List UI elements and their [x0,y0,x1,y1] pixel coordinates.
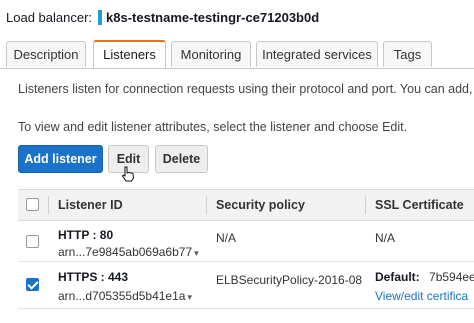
view-edit-certificates-link[interactable]: View/edit certifica [375,289,468,303]
column-listener-id[interactable]: Listener ID [58,190,123,220]
load-balancer-header: Load balancer: k8s-testname-testingr-ce7… [6,6,319,28]
edit-instructions: To view and edit listener attributes, se… [18,120,408,134]
load-balancer-label: Load balancer: [6,9,93,25]
caret-down-icon[interactable]: ▾ [187,292,192,302]
caret-down-icon[interactable]: ▾ [194,248,199,258]
listener-arn-text: arn...7e9845ab069a6b77 [58,245,193,259]
listeners-description: Listeners listen for connection requests… [18,82,474,96]
ssl-default-value: 7b594ee [429,270,474,284]
tab-bar: Description Listeners Monitoring Integra… [0,40,474,69]
row-checkbox[interactable] [26,235,39,248]
table-header: Listener ID Security policy SSL Certific… [18,189,474,221]
delete-button[interactable]: Delete [155,145,208,173]
tab-listeners[interactable]: Listeners [93,40,166,68]
ssl-certificate-value: N/A [375,231,396,245]
add-listener-button[interactable]: Add listener [18,145,103,173]
ssl-certificate-default: Default: 7b594ee [375,270,474,284]
column-ssl-certificate[interactable]: SSL Certificate [375,190,464,220]
listener-arn[interactable]: arn...d705355d5b41e1a ▾ [58,289,192,303]
tab-monitoring[interactable]: Monitoring [171,41,251,67]
tab-tags[interactable]: Tags [383,41,432,67]
load-balancer-color-marker [98,9,103,25]
table-row[interactable]: HTTP : 80 arn...7e9845ab069a6b77 ▾ N/A N/… [18,221,474,262]
listener-arn[interactable]: arn...7e9845ab069a6b77 ▾ [58,245,199,259]
listener-protocol-port: HTTPS : 443 [58,270,129,284]
listeners-table: Listener ID Security policy SSL Certific… [18,189,474,309]
tab-integrated-services[interactable]: Integrated services [256,41,378,67]
select-all-checkbox[interactable] [26,198,39,211]
ssl-default-label: Default: [375,270,420,284]
security-policy-value: ELBSecurityPolicy-2016-08 [216,273,363,287]
load-balancer-name: k8s-testname-testingr-ce71203b0d [106,9,320,25]
column-security-policy[interactable]: Security policy [216,190,305,220]
hand-cursor-icon [121,166,135,182]
security-policy-value: N/A [216,231,237,245]
tab-description[interactable]: Description [6,41,86,67]
listener-arn-text: arn...d705355d5b41e1a [58,289,186,303]
table-row[interactable]: HTTPS : 443 arn...d705355d5b41e1a ▾ ELBSe… [18,262,474,309]
listener-protocol-port: HTTP : 80 [58,228,114,242]
row-checkbox[interactable] [26,278,39,291]
